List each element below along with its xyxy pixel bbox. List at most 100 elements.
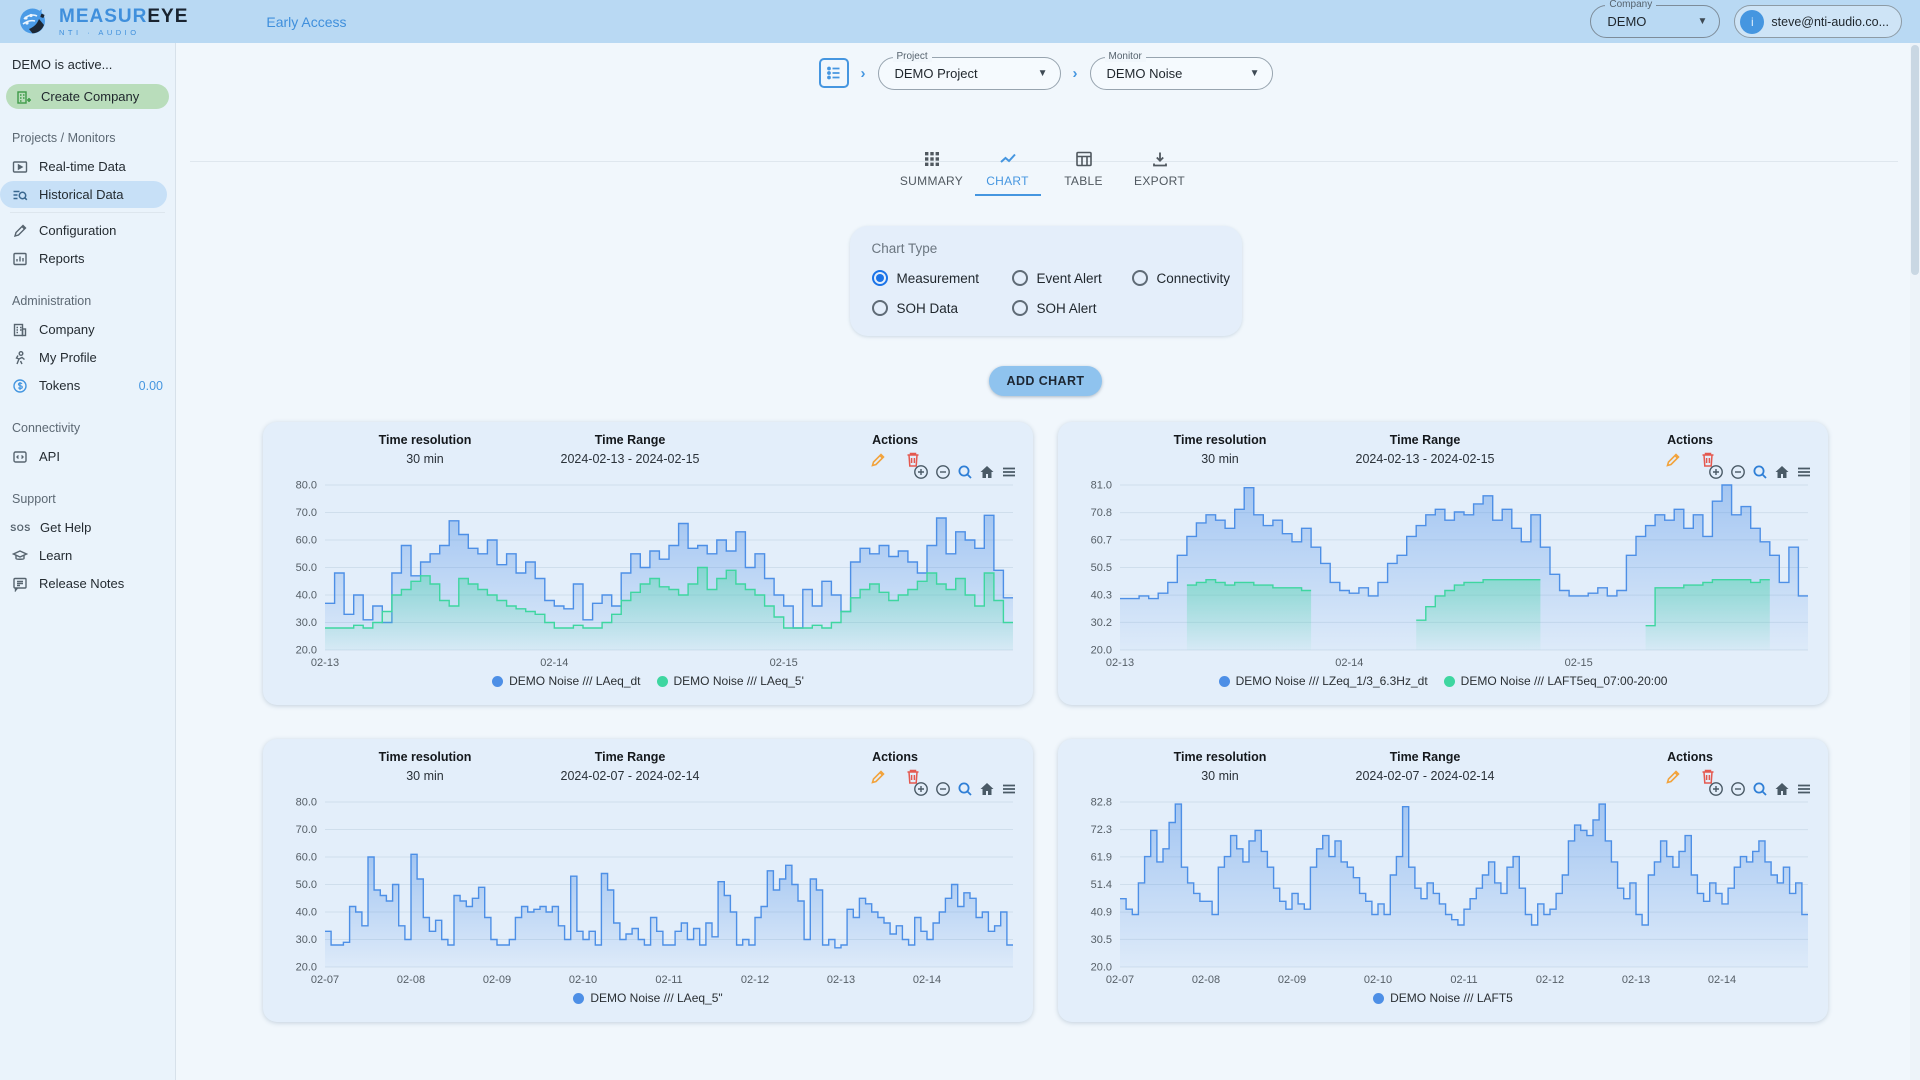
avatar: i — [1740, 10, 1764, 34]
radio-soh-alert[interactable]: SOH Alert — [1012, 300, 1132, 316]
time-resolution-block: Time resolution30 min — [1110, 433, 1330, 466]
brand-subtitle: NTI · AUDIO — [59, 29, 188, 37]
legend-dot — [492, 676, 503, 687]
sidebar-item-label: Release Notes — [39, 576, 124, 591]
chart-card: Time resolution30 minTime Range2024-02-0… — [1058, 739, 1828, 1022]
project-list-button[interactable] — [819, 58, 849, 88]
svg-text:02-12: 02-12 — [1536, 974, 1564, 986]
edit-chart-button[interactable] — [870, 768, 887, 790]
legend-item[interactable]: DEMO Noise /// LAFT5 — [1373, 991, 1513, 1005]
legend-item[interactable]: DEMO Noise /// LAeq_dt — [492, 674, 640, 688]
svg-text:70.0: 70.0 — [296, 507, 317, 519]
radio-soh-data[interactable]: SOH Data — [872, 300, 1012, 316]
time-resolution-value: 30 min — [315, 769, 535, 783]
monitor-select-value: DEMO Noise — [1107, 66, 1240, 81]
svg-text:82.8: 82.8 — [1091, 797, 1112, 809]
sidebar-item-my-profile[interactable]: My Profile — [0, 344, 175, 371]
radio-event-alert[interactable]: Event Alert — [1012, 270, 1132, 286]
chart-plot[interactable]: 20.030.240.350.560.770.881.002-1302-1402… — [1058, 477, 1828, 672]
chart-legend: DEMO Noise /// LAeq_dt DEMO Noise /// LAe… — [263, 674, 1033, 688]
sidebar-item-tokens[interactable]: Tokens 0.00 — [0, 372, 175, 399]
create-company-button[interactable]: Create Company — [6, 84, 169, 109]
tab-summary[interactable]: SUMMARY — [899, 144, 965, 196]
time-range-block: Time Range2024-02-13 - 2024-02-15 — [520, 433, 740, 466]
tab-table[interactable]: TABLE — [1051, 144, 1117, 196]
sidebar-item-reports[interactable]: Reports — [0, 245, 175, 272]
edit-chart-button[interactable] — [1665, 451, 1682, 473]
legend-label: DEMO Noise /// LAFT5eq_07:00-20:00 — [1461, 674, 1668, 688]
svg-text:02-14: 02-14 — [1708, 974, 1736, 986]
actions-label: Actions — [1630, 433, 1750, 447]
legend-dot — [1219, 676, 1230, 687]
view-tabs: SUMMARY CHART TABLE EXPORT — [899, 144, 1193, 196]
page-scrollbar[interactable] — [1910, 43, 1920, 1080]
tab-chart[interactable]: CHART — [975, 144, 1041, 196]
brand: MEASUREYE NTI · AUDIO — [18, 6, 188, 37]
section-support: Support — [0, 492, 175, 506]
sidebar-item-realtime-data[interactable]: Real-time Data — [0, 153, 175, 180]
svg-text:20.0: 20.0 — [1091, 962, 1112, 974]
legend-item[interactable]: DEMO Noise /// LZeq_1/3_6.3Hz_dt — [1219, 674, 1428, 688]
svg-text:02-13: 02-13 — [827, 974, 855, 986]
chevron-down-icon: ▼ — [1038, 68, 1048, 79]
actions-label: Actions — [835, 433, 955, 447]
app-header: MEASUREYE NTI · AUDIO Early Access Compa… — [0, 0, 1920, 43]
radio-connectivity[interactable]: Connectivity — [1132, 270, 1231, 286]
time-range-block: Time Range2024-02-07 - 2024-02-14 — [1315, 750, 1535, 783]
edit-chart-button[interactable] — [870, 451, 887, 473]
sidebar-item-company[interactable]: Company — [0, 316, 175, 343]
add-chart-button[interactable]: ADD CHART — [989, 366, 1103, 396]
svg-text:02-09: 02-09 — [483, 974, 511, 986]
content-divider — [190, 161, 1898, 162]
sidebar-item-learn[interactable]: Learn — [0, 542, 175, 569]
legend-label: DEMO Noise /// LAeq_5' — [674, 674, 804, 688]
sidebar-item-label: Configuration — [39, 223, 116, 238]
time-resolution-value: 30 min — [315, 452, 535, 466]
radio-measurement[interactable]: Measurement — [872, 270, 1012, 286]
time-resolution-label: Time resolution — [315, 750, 535, 764]
radio-icon — [872, 300, 888, 316]
svg-text:50.0: 50.0 — [296, 879, 317, 891]
sidebar-item-get-help[interactable]: SOS Get Help — [0, 514, 175, 541]
user-account-chip[interactable]: i steve@nti-audio.co... — [1734, 5, 1902, 38]
export-download-icon — [1151, 150, 1169, 168]
svg-text:40.9: 40.9 — [1091, 907, 1112, 919]
svg-text:02-11: 02-11 — [655, 974, 682, 986]
chart-plot[interactable]: 20.030.040.050.060.070.080.002-1302-1402… — [263, 477, 1033, 672]
svg-text:80.0: 80.0 — [296, 480, 317, 492]
svg-text:02-14: 02-14 — [1335, 657, 1363, 669]
sidebar-item-release-notes[interactable]: Release Notes — [0, 570, 175, 597]
svg-text:40.3: 40.3 — [1091, 590, 1112, 602]
company-select[interactable]: Company DEMO ▼ — [1590, 5, 1720, 38]
legend-label: DEMO Noise /// LAFT5 — [1390, 991, 1513, 1005]
project-select-value: DEMO Project — [895, 66, 1028, 81]
svg-text:30.5: 30.5 — [1091, 934, 1112, 946]
svg-text:02-13: 02-13 — [1622, 974, 1650, 986]
time-resolution-label: Time resolution — [1110, 750, 1330, 764]
svg-text:02-10: 02-10 — [1364, 974, 1392, 986]
company-select-label: Company — [1605, 0, 1656, 10]
time-range-label: Time Range — [520, 750, 740, 764]
legend-item[interactable]: DEMO Noise /// LAeq_5' — [657, 674, 804, 688]
sos-icon: SOS — [12, 523, 29, 533]
svg-text:02-15: 02-15 — [1565, 657, 1593, 669]
chevron-down-icon: ▼ — [1697, 16, 1707, 27]
create-company-label: Create Company — [41, 89, 139, 104]
legend-item[interactable]: DEMO Noise /// LAeq_5" — [573, 991, 722, 1005]
actions-label: Actions — [835, 750, 955, 764]
tab-export[interactable]: EXPORT — [1127, 144, 1193, 196]
chart-plot[interactable]: 20.030.540.951.461.972.382.802-0702-0802… — [1058, 794, 1828, 989]
project-select[interactable]: Project DEMO Project ▼ — [878, 57, 1061, 90]
sidebar-item-configuration[interactable]: Configuration — [0, 217, 175, 244]
chart-plot[interactable]: 20.030.040.050.060.070.080.002-0702-0802… — [263, 794, 1033, 989]
legend-item[interactable]: DEMO Noise /// LAFT5eq_07:00-20:00 — [1444, 674, 1668, 688]
chart-type-title: Chart Type — [872, 241, 1220, 256]
sidebar-item-label: Real-time Data — [39, 159, 126, 174]
sidebar-item-api[interactable]: API — [0, 443, 175, 470]
api-icon — [12, 449, 28, 465]
edit-chart-button[interactable] — [1665, 768, 1682, 790]
sidebar-item-historical-data[interactable]: Historical Data — [0, 181, 167, 208]
tokens-icon — [12, 378, 28, 394]
scrollbar-thumb[interactable] — [1911, 45, 1919, 275]
monitor-select[interactable]: Monitor DEMO Noise ▼ — [1090, 57, 1273, 90]
